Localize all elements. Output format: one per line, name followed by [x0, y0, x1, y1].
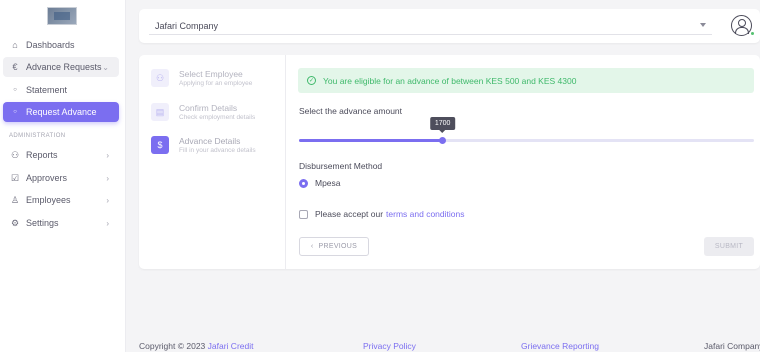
amount-label: Select the advance amount — [299, 106, 403, 116]
eligibility-text: You are eligible for an advance of betwe… — [323, 75, 577, 86]
footer-company: Jafari Company — [704, 341, 760, 351]
slider-handle[interactable] — [439, 137, 447, 144]
chevron-right-icon: › — [106, 195, 109, 205]
circle-icon: ○ — [13, 109, 17, 115]
submit-button[interactable]: SUBMIT — [704, 237, 754, 256]
eligibility-alert: ✓ You are eligible for an advance of bet… — [298, 68, 754, 93]
sidebar-item-employees[interactable]: ♙ Employees › — [3, 190, 119, 210]
step-subtitle: Applying for an employee — [179, 80, 253, 87]
terms-checkbox-row[interactable]: Please accept our terms and conditions — [299, 209, 464, 219]
approvers-icon: ☑ — [10, 172, 20, 183]
sidebar-item-reports[interactable]: ⚇ Reports › — [3, 145, 119, 165]
terms-text: Please accept our — [315, 209, 384, 219]
user-avatar-icon[interactable] — [731, 15, 752, 36]
reports-icon: ⚇ — [10, 149, 20, 160]
step-title: Advance Details — [179, 136, 241, 146]
sidebar-item-request-advance[interactable]: ○ Request Advance — [3, 102, 119, 122]
slider-fill — [299, 139, 443, 142]
step-subtitle: Fill in your advance details — [179, 147, 256, 154]
section-label: ADMINISTRATION — [9, 133, 66, 139]
form-content: ✓ You are eligible for an advance of bet… — [298, 55, 754, 269]
sidebar-item-label: Advance Requests — [26, 62, 102, 72]
dollar-icon: $ — [151, 136, 169, 154]
top-bar: Jafari Company — [139, 9, 760, 43]
request-advance-card: ⚇ Select Employee Applying for an employ… — [139, 55, 760, 269]
sidebar-item-label: Reports — [26, 150, 58, 160]
radio-label: Mpesa — [315, 178, 341, 188]
step-title: Select Employee — [179, 69, 243, 79]
step-select-employee[interactable]: ⚇ Select Employee Applying for an employ… — [151, 69, 252, 89]
document-icon: ▤ — [151, 103, 169, 121]
amount-slider[interactable]: 1700 — [299, 117, 754, 144]
sidebar-item-advance-requests[interactable]: € Advance Requests ⌄ — [3, 57, 119, 77]
chevron-right-icon: › — [106, 150, 109, 160]
home-icon: ⌂ — [12, 40, 18, 50]
company-select[interactable]: Jafari Company — [155, 21, 218, 31]
chevron-right-icon: › — [106, 218, 109, 228]
disbursement-label: Disbursement Method — [299, 161, 383, 171]
sidebar-item-approvers[interactable]: ☑ Approvers › — [3, 168, 119, 188]
grievance-link[interactable]: Grievance Reporting — [521, 341, 599, 351]
sidebar-item-statement[interactable]: ○ Statement — [3, 80, 119, 100]
previous-button[interactable]: ‹ PREVIOUS — [299, 237, 369, 256]
step-title: Confirm Details — [179, 103, 238, 113]
sidebar: ⌂ Dashboards € Advance Requests ⌄ ○ Stat… — [0, 0, 126, 352]
gear-icon: ⚙ — [10, 217, 20, 228]
terms-link[interactable]: terms and conditions — [386, 209, 464, 219]
sidebar-item-label: Employees — [26, 195, 71, 205]
copyright-row: Copyright © 2023 Jafari Credit — [139, 341, 253, 351]
copyright-text: Copyright © 2023 — [139, 341, 206, 351]
sidebar-item-settings[interactable]: ⚙ Settings › — [3, 213, 119, 233]
step-subtitle: Check employment details — [179, 114, 256, 121]
caret-down-icon[interactable] — [700, 23, 706, 27]
terms-checkbox[interactable] — [299, 209, 308, 219]
sidebar-item-dashboards[interactable]: ⌂ Dashboards — [3, 35, 119, 55]
radio-mpesa[interactable]: Mpesa — [299, 178, 341, 188]
privacy-link[interactable]: Privacy Policy — [363, 341, 416, 351]
currency-icon: € — [12, 62, 18, 72]
sidebar-item-label: Settings — [26, 218, 59, 228]
slider-value-tooltip: 1700 — [429, 117, 456, 133]
online-status-dot — [750, 31, 755, 36]
sidebar-item-label: Dashboards — [26, 40, 75, 50]
step-advance-details[interactable]: $ Advance Details Fill in your advance d… — [151, 136, 256, 156]
company-logo — [47, 7, 77, 25]
chevron-right-icon: › — [106, 173, 109, 183]
circle-icon: ○ — [13, 87, 17, 93]
chevron-left-icon: ‹ — [310, 243, 314, 250]
brand-link[interactable]: Jafari Credit — [208, 341, 254, 351]
sidebar-item-label: Request Advance — [26, 107, 97, 117]
person-icon: ♙ — [10, 194, 20, 205]
radio-selected-icon[interactable] — [299, 178, 308, 188]
sidebar-item-label: Statement — [26, 85, 68, 95]
check-circle-icon: ✓ — [307, 76, 316, 85]
previous-label: PREVIOUS — [318, 243, 358, 250]
step-confirm-details[interactable]: ▤ Confirm Details Check employment detai… — [151, 103, 255, 123]
select-underline — [149, 34, 712, 35]
stepper: ⚇ Select Employee Applying for an employ… — [139, 55, 286, 269]
users-icon: ⚇ — [151, 69, 169, 87]
sidebar-item-label: Approvers — [26, 173, 68, 183]
chevron-down-icon: ⌄ — [102, 62, 109, 72]
